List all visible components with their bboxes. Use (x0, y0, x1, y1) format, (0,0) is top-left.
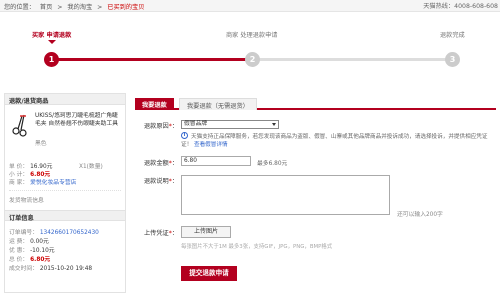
refund-tabs: 我要退款 我要退款（无需退货） (135, 97, 496, 110)
step-progress-todo (252, 58, 452, 61)
amount-label: 退款金额*： (130, 158, 178, 167)
step-3-circle: 3 (445, 52, 460, 67)
refund-form: 我要退款 我要退款（无需退货） 退款原因*： 假冒品牌 i 天猫支持正品保障服务… (130, 95, 496, 294)
product-color: 黑色 (35, 141, 47, 147)
step-2-circle: 2 (245, 52, 260, 67)
description-label-text: 退款说明 (143, 178, 169, 185)
upload-note: 每张图片不大于1M 最多3张，支持GIF，JPG，PNG，BMP格式 (181, 244, 333, 250)
reason-label-text: 退款原因 (143, 123, 169, 130)
step-2-label: 商家 处理退款申请 (226, 32, 278, 39)
reason-info-text: 天猫支持正品保障服务，若您发现该商品为盗版、假冒、山寨或其他品牌商品并投诉成功，… (191, 134, 488, 140)
breadcrumb-sep: > (97, 4, 103, 11)
label-colon: ： (171, 123, 178, 130)
fake-details-link[interactable]: 查看假冒详情 (194, 142, 228, 148)
amount-label-text: 退款金额 (143, 160, 169, 167)
goods-panel-title: 退款/退货商品 (5, 94, 125, 105)
shipping-info-label: 发货物流信息 (9, 198, 44, 204)
product-image[interactable] (11, 113, 29, 139)
label-colon: ： (171, 178, 178, 185)
label-colon: ： (171, 160, 178, 167)
breadcrumb-sep: > (57, 4, 63, 11)
amount-max-note: 最多6.80元 (257, 161, 288, 167)
step-1-label: 买家 申请退款 (32, 32, 72, 39)
char-count: 还可以输入200字 (397, 212, 443, 218)
product-item: UKISS/悠珂思刀睫毛梳超广角睫毛夹 自然卷翘不伤眼睫夹助工具 黑色 (5, 105, 125, 165)
total-row: 总 价： 6.80元 (9, 254, 50, 263)
tab-refund[interactable]: 我要退款 (135, 98, 174, 110)
shipping-fee-row: 运 费： 0.00元 (9, 236, 49, 245)
order-number-row: 订单编号： 1342660170652430 (9, 227, 99, 236)
product-name[interactable]: UKISS/悠珂思刀睫毛梳超广角睫毛夹 自然卷翘不伤眼睫夹助工具 (35, 112, 123, 128)
breadcrumb-prefix: 您的位置： (4, 4, 35, 11)
reason-info-line2: 证！ 查看假冒详情 (181, 140, 228, 148)
reason-select[interactable]: 假冒品牌 (181, 120, 279, 129)
info-icon: i (181, 132, 188, 139)
submit-refund-button[interactable]: 提交退款申请 (181, 266, 237, 281)
description-label: 退款说明*： (130, 176, 178, 185)
label-colon: ： (171, 230, 178, 237)
deal-time-label: 成交时间： (9, 266, 38, 272)
chevron-down-icon (272, 123, 276, 126)
progress-steps: 买家 申请退款 商家 处理退款申请 退款完成 1 2 3 (0, 12, 500, 72)
store-link[interactable]: 爱悦化妆品专营店 (30, 180, 76, 186)
step-indicator-icon (48, 40, 56, 44)
upload-label-text: 上传凭证 (143, 230, 169, 237)
upload-image-button[interactable]: 上传图片 (181, 226, 231, 238)
tab-refund-no-return[interactable]: 我要退款（无需退货） (179, 98, 257, 110)
hotline: 天猫热线：4008-608-608 (423, 3, 498, 10)
quantity: X1(数量) (79, 164, 103, 170)
refund-amount-input[interactable]: 6.80 (181, 156, 251, 166)
upload-label: 上传凭证*： (130, 228, 178, 237)
deal-time-row: 成交时间： 2015-10-20 19:48 (9, 263, 92, 272)
store-row: 商 家： 爱悦化妆品专营店 (9, 177, 76, 186)
refund-goods-panel: 退款/退货商品 UKISS/悠珂思刀睫毛梳超广角睫毛夹 自然卷翘不伤眼睫夹助工具… (4, 93, 126, 293)
store-label: 商 家： (9, 180, 29, 186)
reason-label: 退款原因*： (130, 121, 178, 130)
step-3-label: 退款完成 (440, 32, 465, 39)
discount-row: 优 惠： -10.10元 (9, 245, 55, 254)
reason-info-prefix: 证！ (181, 142, 193, 148)
order-info-title: 订单信息 (5, 210, 125, 222)
breadcrumb-current[interactable]: 已买到的宝贝 (107, 4, 144, 11)
top-bar: 您的位置： 首页 > 我的淘宝 > 已买到的宝贝 天猫热线：4008-608-6… (0, 0, 500, 12)
step-1-circle: 1 (44, 52, 59, 67)
divider (9, 190, 121, 191)
breadcrumb-my-taobao[interactable]: 我的淘宝 (67, 4, 92, 11)
breadcrumb: 您的位置： 首页 > 我的淘宝 > 已买到的宝贝 (4, 2, 147, 11)
breadcrumb-home[interactable]: 首页 (40, 4, 52, 11)
deal-time-value: 2015-10-20 19:48 (39, 266, 93, 272)
step-progress-done (50, 58, 252, 61)
reason-select-value: 假冒品牌 (184, 121, 208, 127)
refund-description-textarea[interactable] (181, 175, 390, 215)
